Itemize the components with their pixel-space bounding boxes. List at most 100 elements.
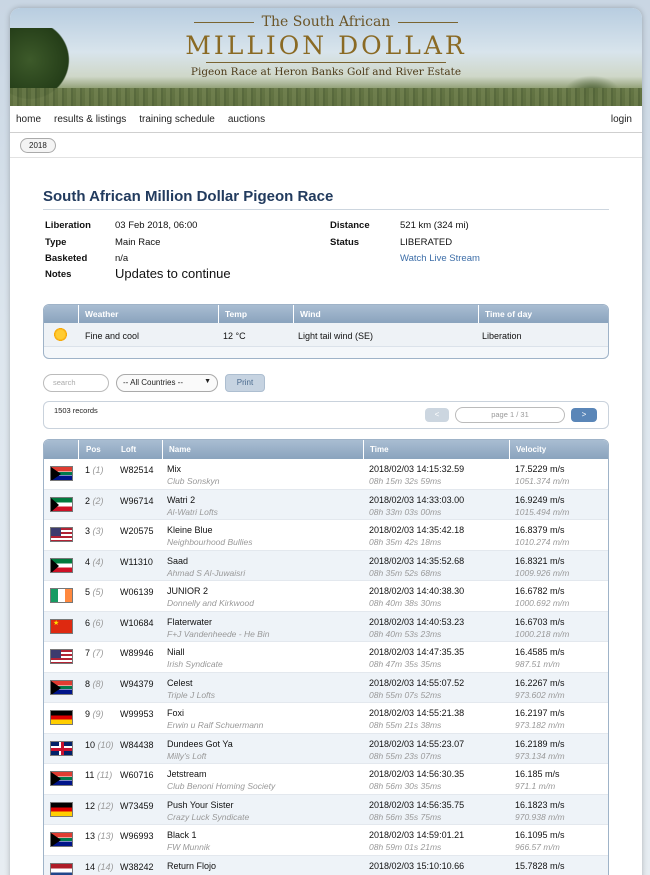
table-row[interactable]: 14 (14)W38242Return FlojoVeenstra - Hsu …	[44, 855, 608, 875]
row-position: 13 (13)	[85, 831, 114, 841]
weather-value: Fine and cool	[85, 331, 140, 341]
row-pigeon-name[interactable]: Kleine Blue	[167, 525, 213, 535]
table-row[interactable]: 2 (2) W96714 Watri 2 Al-Watri Lofts 2018/02/…	[44, 489, 608, 520]
row-time: 2018/02/03 14:55:07.52	[369, 677, 465, 688]
row-velocity-mm: 1000.218 m/m	[515, 628, 570, 639]
table-row[interactable]: 9 (9) W99953 Foxi Erwin u Ralf Schuermann 20…	[44, 703, 608, 734]
row-velocity-mm: 971.1 m/m	[515, 781, 556, 791]
flag-de-icon	[50, 710, 73, 725]
nav-home[interactable]: home	[16, 114, 41, 125]
table-row[interactable]: 10 (10) W84438 Dundees Got Ya Milly's Loft 2…	[44, 733, 608, 764]
row-loft: W20575	[120, 526, 154, 536]
live-stream-link[interactable]: Watch Live Stream	[400, 253, 480, 264]
row-pigeon-name[interactable]: JUNIOR 2	[167, 586, 208, 596]
wind-value: Light tail wind (SE)	[298, 331, 374, 341]
year-selector[interactable]: 2018	[20, 137, 56, 153]
table-row[interactable]: 3 (3) W20575 Kleine Blue Neighbourhood Bull…	[44, 520, 608, 551]
row-pigeon-name[interactable]: Return Flojo	[167, 861, 216, 871]
flag-de-icon	[50, 801, 73, 817]
country-select[interactable]: -- All Countries -- ▼	[116, 374, 218, 392]
flag-za-icon	[50, 466, 73, 481]
row-loft: W06139	[120, 587, 154, 597]
row-time: 2018/02/03 15:10:10.66	[369, 860, 465, 871]
row-position: 3 (3)	[85, 526, 104, 536]
status-label: Status	[330, 237, 360, 248]
row-velocity-mm: 1000.692 m/m	[515, 598, 570, 608]
row-time: 2018/02/03 14:59:01.21	[369, 830, 465, 840]
table-row[interactable]: 12 (12) W73459 Push Your Sister Crazy Luck …	[44, 794, 608, 825]
row-pigeon-name[interactable]: Dundees Got Ya	[167, 739, 233, 749]
nav-results-listings[interactable]: results & listings	[54, 114, 126, 125]
row-pigeon-name[interactable]: Niall	[167, 647, 185, 657]
row-loft: W84438	[120, 739, 154, 750]
row-loft: W96714	[120, 495, 154, 506]
row-pigeon-name[interactable]: Watri 2	[167, 495, 195, 505]
title-main: MILLION DOLLAR	[185, 31, 467, 60]
row-owner: Ahmad S Al-Juwaisri	[167, 567, 246, 578]
row-velocity: 16.1095 m/s	[515, 830, 565, 840]
row-owner: Club Benoni Homing Society	[167, 781, 276, 791]
table-row[interactable]: 13 (13) W96993 Black 1 FW Munnik 2018/02/03 …	[44, 825, 608, 856]
table-row[interactable]: 6 (6) W10684 FlaterwaterF+J Vandenheede - …	[44, 611, 608, 642]
row-pigeon-name[interactable]: Black 1	[167, 830, 197, 840]
row-pigeon-name[interactable]: Flaterwater	[167, 617, 212, 627]
table-row[interactable]: 4 (4) W11310 Saad Ahmad S Al-Juwaisri 2018/0…	[44, 550, 608, 581]
row-position: 7 (7)	[85, 648, 104, 658]
row-owner: Irish Syndicate	[167, 659, 223, 669]
table-row[interactable]: 7 (7) W89946 Niall Irish Syndicate 2018/02/0…	[44, 642, 608, 673]
row-time: 2018/02/03 14:35:42.18	[369, 525, 465, 535]
flag-gb-icon	[50, 740, 73, 756]
liberation-value: 03 Feb 2018, 06:00	[115, 220, 198, 231]
search-input[interactable]: search	[43, 374, 109, 392]
table-row[interactable]: 11 (11) W60716 Jetstream Club Benoni Homing…	[44, 764, 608, 795]
row-owner: FW Munnik	[167, 842, 210, 852]
nav-auctions[interactable]: auctions	[228, 114, 265, 125]
basketed-label: Basketed	[45, 253, 88, 264]
col-loft: Loft	[121, 445, 137, 454]
weather-row: Fine and cool 12 °C Light tail wind (SE)…	[44, 323, 608, 347]
nav-login[interactable]: login	[611, 114, 632, 125]
page-input[interactable]: page 1 / 31	[455, 407, 565, 423]
results-table: Pos Loft Name Time Velocity 1 (1) W82514 M…	[43, 439, 609, 875]
row-duration: 08h 15m 32s 59ms	[369, 476, 442, 486]
col-pos: Pos	[86, 445, 101, 454]
row-velocity: 16.2197 m/s	[515, 708, 565, 718]
row-pigeon-name[interactable]: Saad	[167, 556, 188, 566]
distance-value: 521 km (324 mi)	[400, 220, 469, 231]
flag-us-icon	[50, 527, 73, 542]
row-velocity-mm: 973.182 m/m	[515, 720, 565, 730]
row-duration: 08h 56m 35s 75ms	[369, 811, 442, 822]
table-row[interactable]: 5 (5) W06139 JUNIOR 2 Donnelly and Kirkwood…	[44, 581, 608, 612]
table-row[interactable]: 8 (8) W94379 Celest Triple J Lofts 2018/02/0…	[44, 672, 608, 703]
row-position: 11 (11)	[85, 770, 113, 780]
row-owner: Milly's Loft	[167, 750, 207, 761]
row-duration: 08h 33m 03s 00ms	[369, 506, 442, 517]
row-velocity: 16.1823 m/s	[515, 799, 565, 810]
table-row[interactable]: 1 (1) W82514 Mix Club Sonskyn 2018/02/03 14:…	[44, 459, 608, 490]
row-pigeon-name[interactable]: Foxi	[167, 708, 184, 718]
row-owner: F+J Vandenheede - He Bin	[167, 628, 270, 639]
row-duration: 08h 55m 23s 07ms	[369, 750, 442, 761]
row-time: 2018/02/03 14:15:32.59	[369, 464, 465, 474]
prev-page-button[interactable]: <	[425, 408, 449, 422]
row-time: 2018/02/03 14:56:35.75	[369, 799, 465, 810]
row-pigeon-name[interactable]: Push Your Sister	[167, 800, 234, 810]
next-page-button[interactable]: >	[571, 408, 597, 422]
weather-col-temp: Temp	[225, 309, 248, 319]
row-pigeon-name[interactable]: Celest	[167, 678, 193, 688]
nav-training-schedule[interactable]: training schedule	[139, 114, 215, 125]
print-button[interactable]: Print	[225, 374, 265, 392]
row-pigeon-name[interactable]: Jetstream	[167, 769, 207, 779]
page-frame: The South African MILLION DOLLAR Pigeon …	[10, 8, 642, 875]
row-pigeon-name[interactable]: Mix	[167, 464, 181, 474]
row-loft: W99953	[120, 709, 154, 719]
row-duration: 08h 56m 30s 35ms	[369, 781, 442, 791]
row-owner: Al-Watri Lofts	[167, 506, 218, 517]
weather-header: Weather Temp Wind Time of day	[44, 305, 608, 323]
basketed-value: n/a	[115, 253, 129, 264]
row-velocity: 16.185 m/s	[515, 769, 560, 779]
col-name: Name	[169, 445, 191, 454]
main-nav: home results & listings training schedul…	[10, 106, 642, 133]
row-velocity: 16.6782 m/s	[515, 586, 565, 596]
row-time: 2018/02/03 14:55:21.38	[369, 708, 465, 718]
